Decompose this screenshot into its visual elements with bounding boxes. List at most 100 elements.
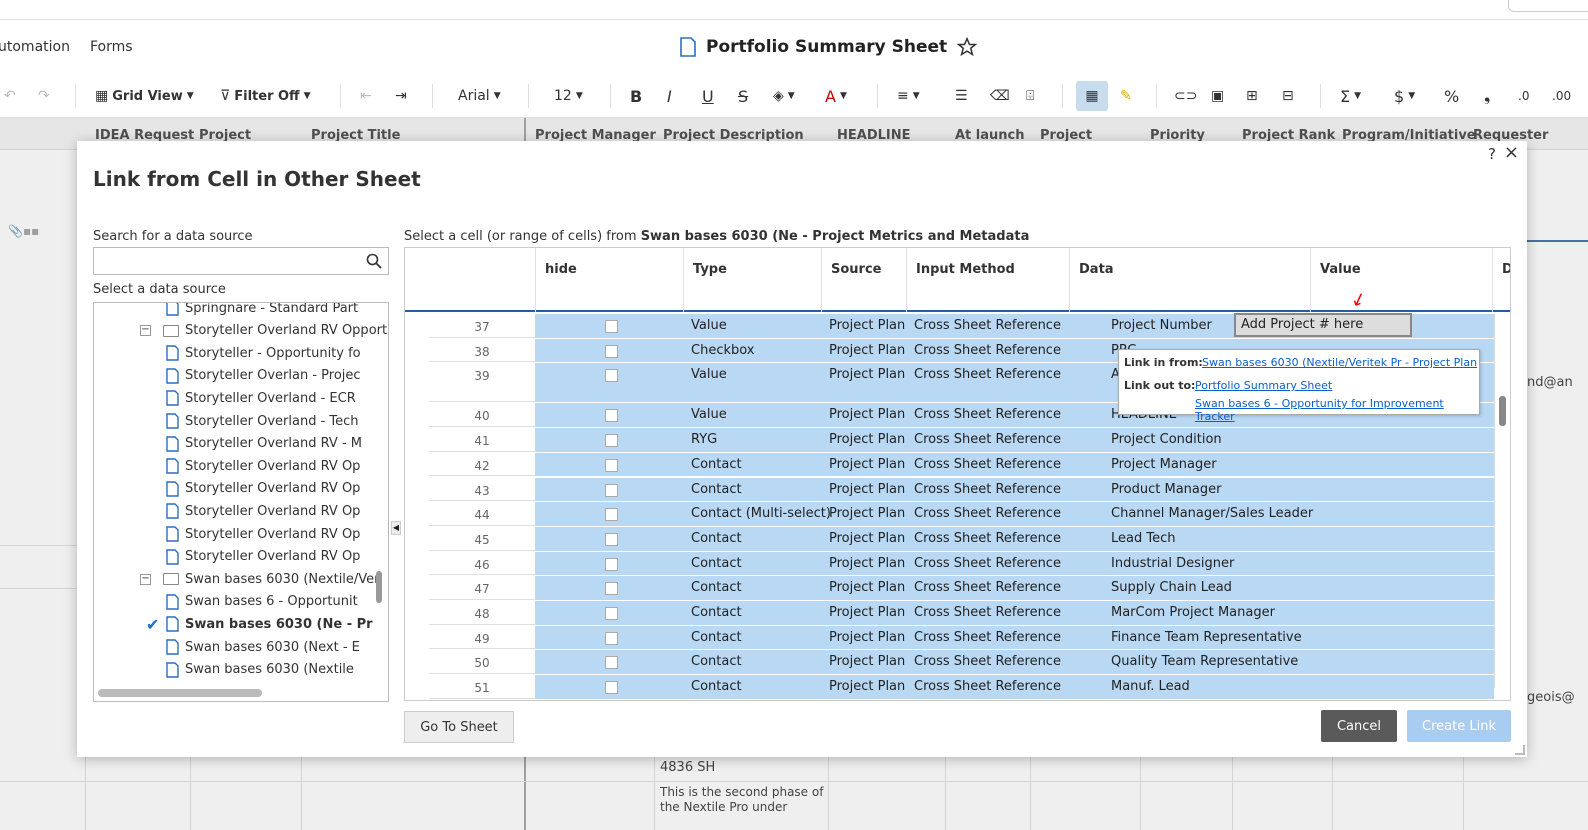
table-row[interactable]: 45 Contact Project Plan Cross Sheet Referen…: [429, 526, 1494, 552]
hide-checkbox[interactable]: [605, 320, 618, 333]
cell-data[interactable]: Industrial Designer: [1111, 556, 1234, 571]
cell-source[interactable]: Project Plan: [829, 432, 905, 447]
create-link-button[interactable]: Create Link: [1407, 710, 1511, 742]
font-size-select[interactable]: 12 ▼: [554, 84, 583, 108]
grid-view-button[interactable]: ▦ Grid View ▼: [95, 84, 194, 108]
table-row[interactable]: 47 Contact Project Plan Cross Sheet Referen…: [429, 576, 1494, 601]
sum-icon[interactable]: Σ ▼: [1340, 84, 1361, 108]
decimal-increase-icon[interactable]: .00: [1552, 84, 1571, 108]
insert-row-icon[interactable]: ⊞: [1246, 84, 1258, 108]
cell-input-method[interactable]: Cross Sheet Reference: [914, 432, 1061, 447]
hide-checkbox[interactable]: [605, 582, 618, 596]
italic-icon[interactable]: I: [667, 84, 672, 108]
hide-checkbox[interactable]: [605, 409, 618, 423]
cell-type[interactable]: Value: [691, 407, 727, 422]
tree-item[interactable]: Storyteller Overland RV Op: [166, 523, 360, 545]
col-value[interactable]: Value: [1320, 262, 1361, 277]
tree-item[interactable]: Storyteller Overland RV - M: [166, 433, 362, 455]
comma-icon[interactable]: ❟: [1484, 84, 1490, 108]
col-input-method[interactable]: Input Method: [916, 262, 1015, 277]
bold-icon[interactable]: B: [630, 84, 642, 108]
percent-icon[interactable]: %: [1444, 84, 1459, 108]
tree-item[interactable]: Storyteller Overland RV Op: [166, 478, 360, 500]
fill-color-icon[interactable]: ◈ ▼: [773, 84, 795, 108]
cell-input-method[interactable]: Cross Sheet Reference: [914, 605, 1061, 620]
table-row[interactable]: 46 Contact Project Plan Cross Sheet Referen…: [429, 551, 1494, 577]
cell-input-method[interactable]: Cross Sheet Reference: [914, 506, 1061, 521]
cell-input-method[interactable]: Cross Sheet Reference: [914, 556, 1061, 571]
cell-type[interactable]: Value: [691, 318, 727, 333]
cell-source[interactable]: Project Plan: [829, 318, 905, 333]
hide-checkbox[interactable]: [605, 344, 618, 358]
cell-type[interactable]: Contact (Multi-select): [691, 506, 831, 521]
collapse-icon[interactable]: −: [140, 573, 151, 585]
cell-data[interactable]: Manuf. Lead: [1111, 679, 1190, 694]
cell-source[interactable]: Project Plan: [829, 654, 905, 669]
outdent-icon[interactable]: ⇤: [360, 84, 372, 108]
cell-source[interactable]: Project Plan: [829, 531, 905, 546]
cell-type[interactable]: Contact: [691, 605, 742, 620]
cell-input-method[interactable]: Cross Sheet Reference: [914, 482, 1061, 497]
cell-data[interactable]: Product Manager: [1111, 482, 1221, 497]
tree-scrollbar[interactable]: [376, 571, 382, 603]
cell-type[interactable]: Contact: [691, 482, 742, 497]
hide-checkbox[interactable]: [605, 483, 618, 497]
strikethrough-icon[interactable]: S: [738, 84, 748, 108]
cell-data[interactable]: Channel Manager/Sales Leader: [1111, 506, 1313, 521]
cell-source[interactable]: Project Plan: [829, 630, 905, 645]
tree-item[interactable]: Storyteller Overland RV Op: [166, 455, 360, 477]
hide-checkbox[interactable]: [605, 631, 618, 645]
cell-type[interactable]: Contact: [691, 580, 742, 595]
cell-data[interactable]: Project Condition: [1111, 432, 1222, 447]
table-row[interactable]: 49 Contact Project Plan Cross Sheet Referen…: [429, 625, 1494, 651]
help-icon[interactable]: ?: [1488, 145, 1496, 163]
cell-type[interactable]: Contact: [691, 679, 742, 694]
cell-source[interactable]: Project Plan: [829, 580, 905, 595]
tree-item[interactable]: − Swan bases 6030 (Nextile/Veri: [140, 568, 383, 590]
indent-icon[interactable]: ⇥: [395, 84, 407, 108]
tree-item[interactable]: ✔ Swan bases 6030 (Ne - Pr: [146, 613, 373, 635]
cell-source[interactable]: Project Plan: [829, 679, 905, 694]
search-input[interactable]: [93, 247, 389, 275]
cell-type[interactable]: Contact: [691, 630, 742, 645]
value-cell-selected[interactable]: Add Project # here: [1234, 313, 1412, 337]
table-row[interactable]: 42 Contact Project Plan Cross Sheet Referen…: [429, 452, 1494, 478]
undo-icon[interactable]: ↶: [4, 84, 16, 108]
tree-item[interactable]: Storyteller Overlan - Projec: [166, 365, 361, 387]
tree-item[interactable]: Storyteller Overland - ECR: [166, 387, 356, 409]
tree-item[interactable]: − Storyteller Overland RV Opport: [140, 320, 387, 342]
currency-icon[interactable]: $ ▼: [1394, 84, 1415, 108]
go-to-sheet-button[interactable]: Go To Sheet: [404, 711, 514, 743]
vertical-scrollbar[interactable]: [1494, 314, 1510, 688]
close-icon[interactable]: ×: [1504, 144, 1519, 163]
col-type[interactable]: Type: [693, 262, 727, 277]
table-row[interactable]: 51 Contact Project Plan Cross Sheet Referen…: [429, 675, 1494, 700]
cell-type[interactable]: RYG: [691, 432, 717, 447]
hide-checkbox[interactable]: [605, 681, 618, 695]
cell-source[interactable]: Project Plan: [829, 457, 905, 472]
cell-data[interactable]: MarCom Project Manager: [1111, 605, 1275, 620]
highlight-icon[interactable]: ✎: [1120, 84, 1132, 108]
hide-checkbox[interactable]: [605, 369, 618, 383]
cell-type[interactable]: Contact: [691, 531, 742, 546]
tree-item[interactable]: Swan bases 6030 (Next - E: [166, 636, 360, 658]
cell-input-method[interactable]: Cross Sheet Reference: [914, 457, 1061, 472]
cell-input-method[interactable]: Cross Sheet Reference: [914, 580, 1061, 595]
link-in-link[interactable]: Swan bases 6030 (Nextile/Veritek Pr - Pr…: [1202, 356, 1477, 369]
cell-source[interactable]: Project Plan: [829, 482, 905, 497]
cell-type[interactable]: Contact: [691, 457, 742, 472]
cell-input-method[interactable]: Cross Sheet Reference: [914, 367, 1061, 382]
cell-source[interactable]: Project Plan: [829, 367, 905, 382]
tree-item[interactable]: Storyteller Overland - Tech: [166, 410, 359, 432]
cell-source[interactable]: Project Plan: [829, 407, 905, 422]
format-painter-icon[interactable]: ⌹: [1026, 84, 1034, 108]
column-icon[interactable]: ⊟: [1282, 84, 1294, 108]
table-row[interactable]: 43 Contact Project Plan Cross Sheet Referen…: [429, 477, 1494, 503]
collapse-icon[interactable]: −: [140, 325, 151, 337]
clear-format-icon[interactable]: ⌫: [990, 84, 1010, 108]
hide-checkbox[interactable]: [605, 458, 618, 472]
font-select[interactable]: Arial ▼: [458, 84, 501, 108]
table-row[interactable]: 44 Contact (Multi-select) Project Plan Cros…: [429, 502, 1494, 527]
link-out-link[interactable]: Portfolio Summary Sheet: [1195, 379, 1332, 392]
tree-item[interactable]: Storyteller - Opportunity fo: [166, 342, 361, 364]
